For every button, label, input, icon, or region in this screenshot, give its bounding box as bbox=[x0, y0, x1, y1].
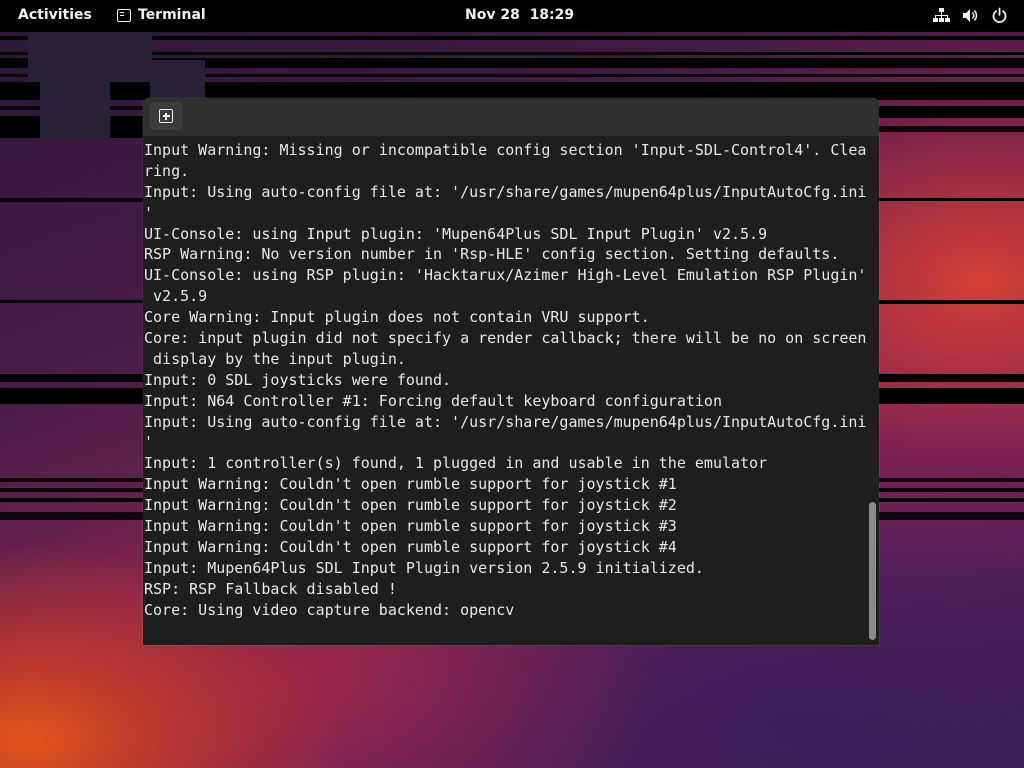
glitch-stripe bbox=[879, 300, 1024, 304]
terminal-line: Input: 0 SDL joysticks were found. bbox=[144, 370, 452, 389]
glitch-stripe bbox=[879, 198, 1024, 201]
terminal-line: ring. bbox=[144, 161, 190, 180]
scrollbar-thumb[interactable] bbox=[869, 502, 876, 640]
terminal-line: Input: Mupen64Plus SDL Input Plugin vers… bbox=[144, 558, 704, 577]
glitch-stripe bbox=[0, 478, 143, 482]
glitch-stripe bbox=[879, 126, 1024, 132]
terminal-line: Input Warning: Couldn't open rumble supp… bbox=[144, 475, 677, 494]
glitch-block bbox=[150, 60, 205, 100]
terminal-line: Input Warning: Couldn't open rumble supp… bbox=[144, 496, 677, 515]
glitch-stripe bbox=[0, 388, 143, 404]
terminal-line: ' bbox=[144, 433, 154, 452]
glitch-stripe bbox=[0, 488, 143, 492]
terminal-line: RSP Warning: No version number in 'Rsp-H… bbox=[144, 245, 840, 264]
system-status-menu[interactable] bbox=[933, 7, 1008, 24]
terminal-line: Core Warning: Input plugin does not cont… bbox=[144, 308, 650, 327]
glitch-stripe bbox=[0, 374, 143, 382]
glitch-block bbox=[28, 32, 152, 82]
glitch-stripe bbox=[879, 512, 1024, 520]
glitch-stripe bbox=[0, 300, 143, 303]
glitch-stripe bbox=[879, 374, 1024, 382]
glitch-stripe bbox=[879, 478, 1024, 482]
terminal-line: RSP: RSP Fallback disabled ! bbox=[144, 579, 397, 598]
glitch-stripe bbox=[879, 488, 1024, 492]
terminal-line: Input: 1 controller(s) found, 1 plugged … bbox=[144, 454, 768, 473]
clock-button[interactable]: Nov 28 18:29 bbox=[465, 7, 574, 23]
terminal-line: Input: N64 Controller #1: Forcing defaul… bbox=[144, 391, 722, 410]
terminal-line: UI-Console: using Input plugin: 'Mupen64… bbox=[144, 224, 768, 243]
terminal-headerbar[interactable] bbox=[143, 98, 879, 136]
terminal-line: Core: input plugin did not specify a ren… bbox=[144, 329, 866, 348]
terminal-line: Input Warning: Couldn't open rumble supp… bbox=[144, 537, 677, 556]
terminal-scrollbar[interactable] bbox=[869, 140, 876, 640]
terminal-line: Input Warning: Couldn't open rumble supp… bbox=[144, 517, 677, 536]
glitch-stripe bbox=[0, 512, 143, 520]
app-menu-label: Terminal bbox=[138, 7, 206, 23]
app-menu-button[interactable]: Terminal bbox=[117, 7, 206, 23]
power-icon bbox=[992, 7, 1007, 23]
new-tab-button[interactable] bbox=[149, 102, 183, 130]
terminal-window[interactable]: Input Warning: Missing or incompatible c… bbox=[143, 98, 879, 645]
terminal-line: UI-Console: using RSP plugin: 'Hacktarux… bbox=[144, 266, 866, 285]
glitch-block bbox=[40, 80, 110, 140]
glitch-stripe bbox=[879, 498, 1024, 502]
glitch-stripe bbox=[879, 388, 1024, 404]
terminal-line: ' bbox=[144, 203, 154, 222]
terminal-line: Input Warning: Missing or incompatible c… bbox=[144, 141, 866, 159]
terminal-line: display by the input plugin. bbox=[144, 349, 406, 368]
terminal-line: v2.5.9 bbox=[144, 287, 208, 306]
glitch-stripe bbox=[879, 106, 1024, 118]
terminal-line: Input: Using auto-config file at: '/usr/… bbox=[144, 182, 866, 201]
tab-new-icon bbox=[159, 109, 173, 123]
network-wired-icon bbox=[933, 8, 950, 22]
glitch-stripe bbox=[0, 198, 143, 202]
glitch-stripe bbox=[0, 498, 143, 502]
terminal-output[interactable]: Input Warning: Missing or incompatible c… bbox=[144, 140, 866, 640]
top-bar: Activities Terminal Nov 28 18:29 bbox=[0, 0, 1024, 32]
glitch-stripe bbox=[0, 36, 1024, 40]
terminal-icon bbox=[117, 8, 131, 22]
terminal-line: Core: Using video capture backend: openc… bbox=[144, 600, 515, 619]
glitch-stripe bbox=[0, 52, 1024, 55]
volume-icon bbox=[963, 9, 978, 22]
activities-button[interactable]: Activities bbox=[18, 7, 92, 23]
terminal-line: Input: Using auto-config file at: '/usr/… bbox=[144, 412, 866, 431]
